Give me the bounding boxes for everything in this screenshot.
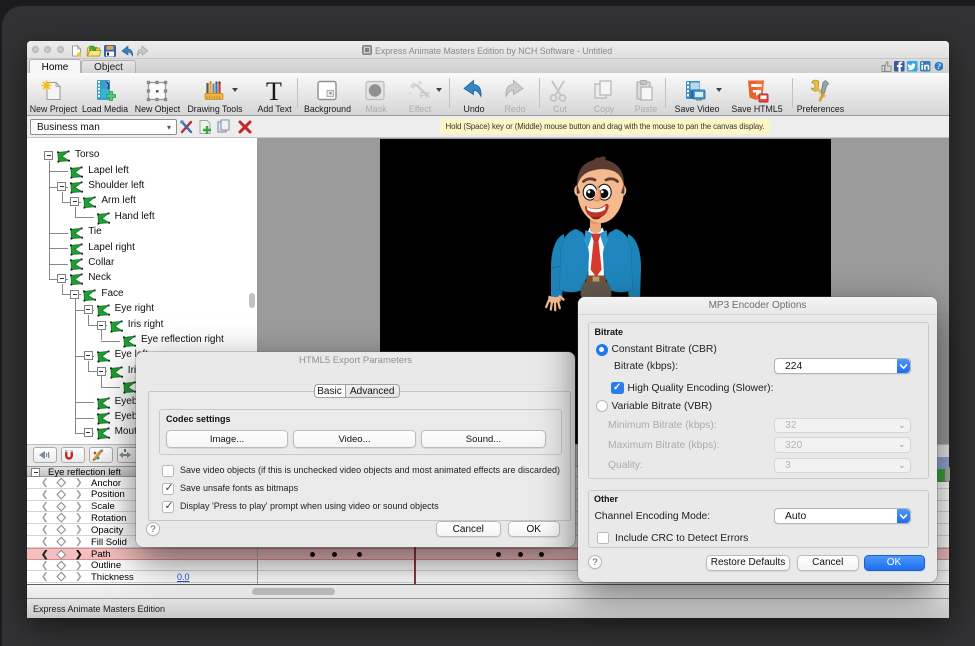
- svg-text:FX: FX: [420, 91, 431, 100]
- svg-text:?: ?: [937, 62, 941, 71]
- svg-text:T: T: [266, 78, 282, 104]
